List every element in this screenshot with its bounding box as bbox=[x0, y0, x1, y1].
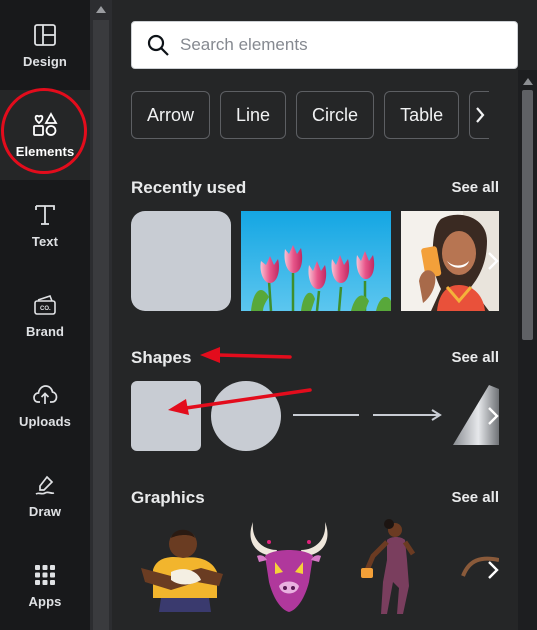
rail-scrollbar[interactable] bbox=[90, 0, 112, 630]
search-input[interactable] bbox=[178, 34, 502, 56]
chevron-right-icon bbox=[488, 561, 499, 579]
chevron-right-icon bbox=[488, 407, 499, 425]
sidebar-item-label: Text bbox=[31, 233, 59, 249]
layout-icon bbox=[32, 22, 58, 48]
shape-line[interactable] bbox=[291, 381, 361, 451]
pen-draw-icon bbox=[32, 472, 58, 498]
recent-thumbnails bbox=[131, 211, 499, 311]
shape-circle[interactable] bbox=[211, 381, 281, 451]
brand-kit-icon: CO. bbox=[32, 292, 58, 318]
chip-circle[interactable]: Circle bbox=[296, 91, 375, 139]
graphic-fitness-woman[interactable] bbox=[347, 516, 447, 616]
see-all-recent-link[interactable]: See all bbox=[451, 179, 499, 196]
graphics-next-button[interactable] bbox=[483, 550, 499, 590]
quick-filter-chips: Arrow Line Circle Table bbox=[131, 91, 490, 139]
sidebar-item-label: Apps bbox=[28, 593, 62, 609]
shapes-icon bbox=[32, 111, 58, 138]
sidebar-item-design[interactable]: Design bbox=[0, 0, 90, 90]
chips-next-button[interactable] bbox=[469, 91, 490, 139]
scroll-up-icon[interactable] bbox=[96, 6, 106, 13]
sidebar-item-apps[interactable]: Apps bbox=[0, 540, 90, 630]
elements-panel: Arrow Line Circle Table Recently used Se… bbox=[112, 0, 537, 630]
sidebar-item-draw[interactable]: Draw bbox=[0, 450, 90, 540]
apps-grid-icon bbox=[32, 562, 58, 588]
sidebar-item-label: Draw bbox=[28, 503, 62, 519]
scrollbar-thumb[interactable] bbox=[93, 20, 109, 630]
sidebar-item-label: Uploads bbox=[19, 413, 71, 429]
shapes-thumbnails bbox=[131, 381, 499, 451]
text-t-icon bbox=[32, 202, 58, 228]
sidebar-item-uploads[interactable]: Uploads bbox=[0, 360, 90, 450]
cloud-upload-icon bbox=[32, 382, 58, 408]
sidebar-item-text[interactable]: Text bbox=[0, 180, 90, 270]
svg-text:CO.: CO. bbox=[40, 306, 51, 312]
search-box[interactable] bbox=[131, 21, 518, 69]
sidebar-item-elements[interactable]: Elements bbox=[0, 90, 90, 180]
scrollbar-thumb[interactable] bbox=[522, 90, 533, 340]
side-rail: Design Elements Text CO. Brand Uploads D… bbox=[0, 0, 90, 630]
sidebar-item-label: Elements bbox=[15, 143, 75, 159]
section-title-recent: Recently used bbox=[131, 178, 247, 197]
recent-tulips-photo[interactable] bbox=[241, 211, 391, 311]
scroll-up-icon[interactable] bbox=[523, 78, 533, 85]
panel-scrollbar[interactable] bbox=[518, 70, 537, 630]
sidebar-item-brand[interactable]: CO. Brand bbox=[0, 270, 90, 360]
sidebar-item-label: Design bbox=[23, 53, 67, 69]
canva-editor: Design Elements Text CO. Brand Uploads D… bbox=[0, 0, 537, 630]
chevron-right-icon bbox=[475, 107, 485, 123]
graphics-thumbnails bbox=[131, 516, 499, 616]
chip-line[interactable]: Line bbox=[220, 91, 287, 139]
see-all-graphics-link[interactable]: See all bbox=[451, 489, 499, 506]
section-title-graphics: Graphics bbox=[131, 488, 205, 507]
shapes-next-button[interactable] bbox=[483, 396, 499, 436]
chip-arrow[interactable]: Arrow bbox=[131, 91, 211, 139]
section-title-shapes: Shapes bbox=[131, 348, 192, 367]
search-icon bbox=[138, 21, 178, 69]
graphic-bull-head[interactable] bbox=[239, 516, 339, 616]
see-all-shapes-link[interactable]: See all bbox=[451, 349, 499, 366]
sidebar-item-label: Brand bbox=[25, 323, 65, 339]
shape-arrow-line[interactable] bbox=[371, 381, 443, 451]
chip-table[interactable]: Table bbox=[384, 91, 460, 139]
recent-next-button[interactable] bbox=[483, 241, 499, 281]
shape-square[interactable] bbox=[131, 381, 201, 451]
chevron-right-icon bbox=[488, 252, 499, 270]
recent-rounded-square[interactable] bbox=[131, 211, 231, 311]
graphic-cheering-man[interactable] bbox=[131, 516, 231, 616]
